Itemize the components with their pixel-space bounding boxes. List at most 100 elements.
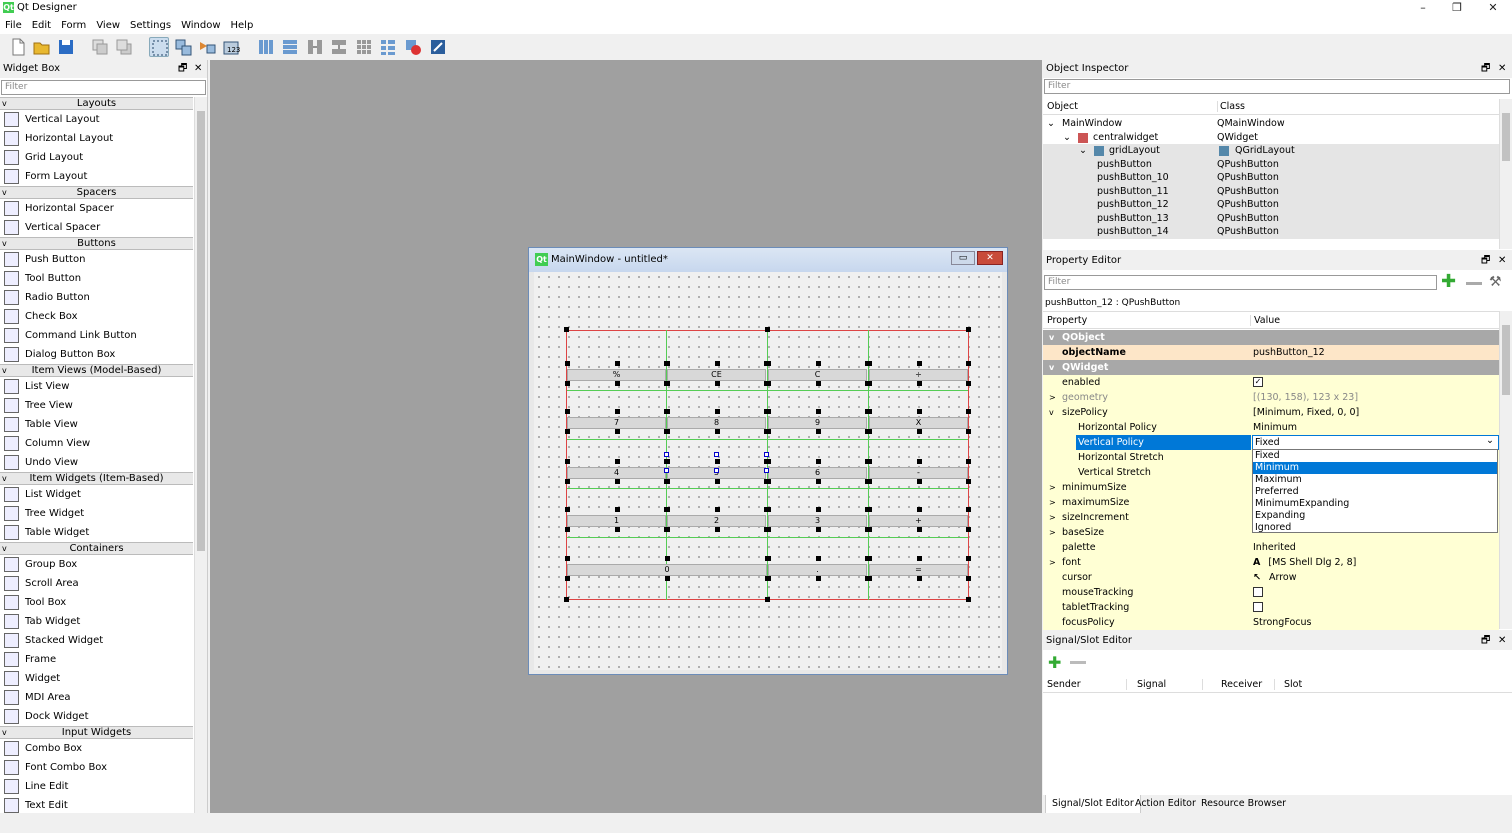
form-central-widget[interactable]: %CEC÷789X456-123+0.=	[534, 272, 1002, 670]
calc-button[interactable]: 9	[768, 417, 867, 429]
adjust-size-icon[interactable]	[428, 37, 448, 57]
col-property[interactable]: Property	[1047, 315, 1087, 326]
edit-widgets-icon[interactable]	[149, 37, 169, 57]
break-layout-icon[interactable]	[403, 37, 423, 57]
float-icon[interactable]: 🗗	[1481, 632, 1490, 650]
remove-property-icon[interactable]	[1466, 282, 1482, 285]
calc-button[interactable]: =	[869, 564, 968, 576]
dropdown-option[interactable]: Ignored	[1253, 522, 1497, 534]
widget-item[interactable]: Tool Button	[0, 269, 193, 288]
send-backward-icon[interactable]	[90, 37, 110, 57]
widget-item[interactable]: Tree Widget	[0, 504, 193, 523]
widget-item[interactable]: Text Edit	[0, 796, 193, 813]
widget-item[interactable]: List View	[0, 377, 193, 396]
widget-item[interactable]: Line Edit	[0, 777, 193, 796]
col-slot[interactable]: Slot	[1274, 679, 1302, 690]
close-icon[interactable]: ✕	[1498, 252, 1506, 270]
float-icon[interactable]: 🗗	[178, 60, 187, 78]
edit-buddies-icon[interactable]	[197, 37, 217, 57]
widget-item[interactable]: Table View	[0, 415, 193, 434]
widget-filter-input[interactable]: Filter	[1, 80, 206, 95]
calc-button[interactable]: 0	[567, 564, 767, 576]
object-tree-row[interactable]: pushButton_11 QPushButton	[1043, 184, 1499, 198]
add-connection-icon[interactable]: ✚	[1048, 653, 1061, 672]
widget-item[interactable]: Stacked Widget	[0, 631, 193, 650]
close-button[interactable]: ✕	[1476, 0, 1510, 17]
widget-item[interactable]: Dock Widget	[0, 707, 193, 726]
menu-edit[interactable]: Edit	[27, 17, 56, 34]
layout-splitter-v-icon[interactable]	[329, 37, 349, 57]
calc-button[interactable]: 3	[768, 515, 867, 527]
property-row[interactable]: mouseTracking	[1043, 585, 1499, 600]
object-tree-row[interactable]: pushButton_13 QPushButton	[1043, 211, 1499, 225]
widget-item[interactable]: Widget	[0, 669, 193, 688]
property-row[interactable]: v QWidget	[1043, 360, 1499, 375]
object-tree-row[interactable]: pushButton_10 QPushButton	[1043, 171, 1499, 185]
calc-button[interactable]: 6	[768, 467, 867, 479]
add-property-icon[interactable]: ✚	[1441, 273, 1456, 291]
float-icon[interactable]: 🗗	[1481, 60, 1490, 78]
chevron-right-icon[interactable]: >	[1049, 480, 1056, 495]
chevron-right-icon[interactable]: >	[1049, 510, 1056, 525]
object-tree-row[interactable]: pushButton_14 QPushButton	[1043, 225, 1499, 239]
menu-window[interactable]: Window	[176, 17, 225, 34]
property-editor-scrollbar[interactable]	[1499, 311, 1512, 629]
dropdown-option[interactable]: MinimumExpanding	[1253, 498, 1497, 510]
remove-connection-icon[interactable]	[1070, 661, 1086, 664]
chevron-down-icon[interactable]: v	[1049, 405, 1054, 420]
vertical-policy-dropdown-list[interactable]: Fixed Minimum Maximum Preferred MinimumExpan…	[1252, 449, 1498, 533]
col-receiver[interactable]: Receiver	[1202, 679, 1262, 690]
chevron-right-icon[interactable]: >	[1049, 525, 1056, 540]
category-header[interactable]: v Containers	[0, 542, 193, 555]
dropdown-option[interactable]: Fixed	[1253, 450, 1497, 462]
widget-item[interactable]: MDI Area	[0, 688, 193, 707]
calc-button[interactable]: CE	[667, 369, 766, 381]
object-filter-input[interactable]: Filter	[1044, 79, 1510, 94]
property-row[interactable]: cursor ↖ Arrow	[1043, 570, 1499, 585]
chevron-right-icon[interactable]: >	[1049, 390, 1056, 405]
menu-view[interactable]: View	[91, 17, 125, 34]
category-header[interactable]: v Input Widgets	[0, 726, 193, 739]
calc-button[interactable]: X	[869, 417, 968, 429]
layout-splitter-h-icon[interactable]	[305, 37, 325, 57]
layout-grid-icon[interactable]	[354, 37, 374, 57]
widget-item[interactable]: Push Button	[0, 250, 193, 269]
edit-signals-icon[interactable]	[173, 37, 193, 57]
col-value[interactable]: Value	[1250, 315, 1280, 326]
form-minimize-button[interactable]: ▭	[951, 251, 975, 265]
category-header[interactable]: v Item Widgets (Item-Based)	[0, 472, 193, 485]
close-icon[interactable]: ✕	[1498, 632, 1506, 650]
calc-button[interactable]: 8	[667, 417, 766, 429]
widget-box-scrollbar[interactable]	[194, 97, 207, 813]
open-icon[interactable]	[32, 37, 52, 57]
widget-item[interactable]: Horizontal Spacer	[0, 199, 193, 218]
widget-item[interactable]: Font Combo Box	[0, 758, 193, 777]
dropdown-option[interactable]: Expanding	[1253, 510, 1497, 522]
object-tree-row[interactable]: pushButton_12 QPushButton	[1043, 198, 1499, 212]
widget-item[interactable]: Horizontal Layout	[0, 129, 193, 148]
configure-icon[interactable]: ⚒	[1489, 274, 1502, 290]
property-row[interactable]: v sizePolicy [Minimum, Fixed, 0, 0]	[1043, 405, 1499, 420]
property-row[interactable]: > geometry [(130, 158), 123 x 23]	[1043, 390, 1499, 405]
maximize-button[interactable]: ❐	[1440, 0, 1474, 17]
minimize-button[interactable]: –	[1406, 0, 1440, 17]
widget-item[interactable]: List Widget	[0, 485, 193, 504]
expand-arrow-icon[interactable]: ⌄	[1063, 131, 1071, 145]
widget-item[interactable]: Command Link Button	[0, 326, 193, 345]
property-row[interactable]: v QObject	[1043, 330, 1499, 345]
widget-item[interactable]: Radio Button	[0, 288, 193, 307]
widget-item[interactable]: Vertical Layout	[0, 110, 193, 129]
col-class[interactable]: Class	[1217, 101, 1245, 112]
menu-help[interactable]: Help	[226, 17, 259, 34]
widget-item[interactable]: Dialog Button Box	[0, 345, 193, 364]
float-icon[interactable]: 🗗	[1481, 252, 1490, 270]
menu-settings[interactable]: Settings	[125, 17, 176, 34]
calc-button[interactable]: +	[869, 515, 968, 527]
save-icon[interactable]	[56, 37, 76, 57]
widget-item[interactable]: Combo Box	[0, 739, 193, 758]
layout-horizontal-icon[interactable]	[256, 37, 276, 57]
widget-item[interactable]: Frame	[0, 650, 193, 669]
layout-vertical-icon[interactable]	[280, 37, 300, 57]
property-row[interactable]: > font A [MS Shell Dlg 2, 8]	[1043, 555, 1499, 570]
tab-action-editor[interactable]: Action Editor	[1129, 795, 1202, 813]
